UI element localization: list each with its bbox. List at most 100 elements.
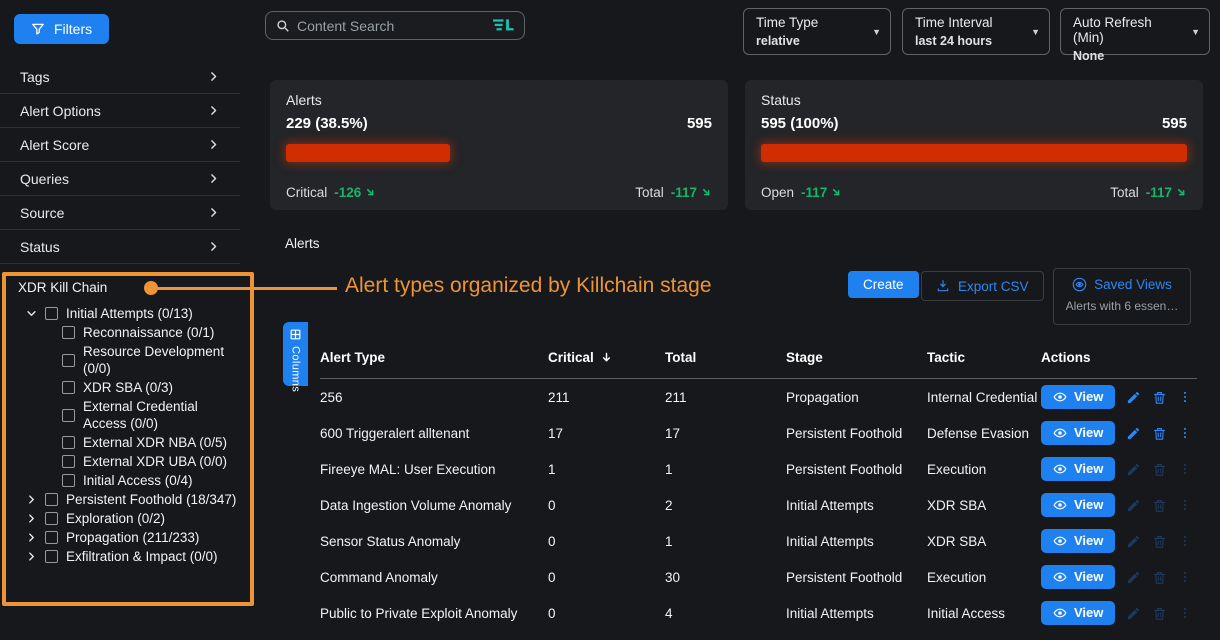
view-button[interactable]: View: [1041, 529, 1115, 553]
delete-trash-icon[interactable]: [1152, 426, 1167, 441]
delete-trash-icon[interactable]: [1152, 462, 1167, 477]
killchain-checkbox[interactable]: [62, 436, 75, 449]
sidebar-item-status[interactable]: Status: [0, 230, 240, 264]
killchain-checkbox[interactable]: [62, 354, 75, 367]
sidebar-item-label: Status: [20, 239, 60, 255]
saved-views-panel[interactable]: Saved Views Alerts with 6 essen…: [1053, 268, 1191, 325]
view-button[interactable]: View: [1041, 421, 1115, 445]
edit-pencil-icon[interactable]: [1126, 606, 1141, 621]
table-row: Public to Private Exploit Anomaly 0 4 In…: [320, 595, 1197, 631]
tree-expander-icon[interactable]: [26, 308, 37, 319]
sidebar-item-label: Alert Score: [20, 137, 89, 153]
sidebar-item-alert-score[interactable]: Alert Score: [0, 128, 240, 162]
edit-pencil-icon[interactable]: [1126, 390, 1141, 405]
killchain-checkbox[interactable]: [45, 531, 58, 544]
export-csv-button[interactable]: Export CSV: [921, 271, 1044, 301]
dropdown-time-type[interactable]: Time Type relative ▼: [743, 8, 891, 55]
tree-expander-icon[interactable]: [26, 513, 37, 524]
table-row: 256 211 211 Propagation Internal Credent…: [320, 379, 1197, 415]
delete-trash-icon[interactable]: [1152, 390, 1167, 405]
sidebar-item-tags[interactable]: Tags: [0, 60, 240, 94]
delete-trash-icon[interactable]: [1152, 498, 1167, 513]
filters-button[interactable]: Filters: [14, 14, 109, 44]
column-header-critical[interactable]: Critical: [548, 350, 665, 365]
column-header-alert-type[interactable]: Alert Type: [320, 350, 548, 365]
edit-pencil-icon[interactable]: [1126, 570, 1141, 585]
edit-pencil-icon[interactable]: [1126, 534, 1141, 549]
chevron-right-icon: [207, 240, 220, 253]
killchain-checkbox[interactable]: [62, 455, 75, 468]
cell-tactic: XDR SBA: [927, 498, 1041, 513]
dropdown-label: Time Interval: [915, 15, 1025, 30]
sidebar-item-source[interactable]: Source: [0, 196, 240, 230]
search-input[interactable]: [297, 18, 486, 34]
column-header-tactic[interactable]: Tactic: [927, 350, 1041, 365]
killchain-item-label: Initial Attempts (0/13): [66, 305, 193, 322]
tree-expander-icon[interactable]: [26, 532, 37, 543]
kebab-menu-icon[interactable]: [1178, 606, 1192, 620]
view-button[interactable]: View: [1041, 457, 1115, 481]
dropdown-time-interval[interactable]: Time Interval last 24 hours ▼: [902, 8, 1050, 55]
cell-stage: Persistent Foothold: [786, 570, 927, 585]
card-title: Status: [761, 92, 1187, 108]
killchain-checkbox[interactable]: [62, 409, 75, 422]
kebab-menu-icon[interactable]: [1178, 570, 1192, 584]
killchain-item-exploration-0-2: Exploration (0/2): [26, 510, 236, 527]
killchain-item-label: External XDR UBA (0/0): [83, 453, 227, 470]
view-button[interactable]: View: [1041, 565, 1115, 589]
view-button-label: View: [1074, 605, 1103, 620]
killchain-item-label: Resource Development (0/0): [83, 343, 236, 377]
killchain-checkbox[interactable]: [45, 550, 58, 563]
card-footer-left-label: Open: [761, 185, 794, 200]
killchain-checkbox[interactable]: [45, 512, 58, 525]
create-button[interactable]: Create: [848, 271, 919, 298]
kebab-menu-icon[interactable]: [1178, 534, 1192, 548]
view-button-label: View: [1074, 497, 1103, 512]
view-button[interactable]: View: [1041, 601, 1115, 625]
kebab-menu-icon[interactable]: [1178, 462, 1192, 476]
funnel-icon: [31, 22, 45, 36]
edit-pencil-icon[interactable]: [1126, 462, 1141, 477]
column-header-total[interactable]: Total: [665, 350, 786, 365]
column-header-stage[interactable]: Stage: [786, 350, 927, 365]
delete-trash-icon[interactable]: [1152, 606, 1167, 621]
killchain-checkbox[interactable]: [45, 493, 58, 506]
column-header-label: Alert Type: [320, 350, 385, 365]
kebab-menu-icon[interactable]: [1178, 426, 1192, 440]
killchain-checkbox[interactable]: [62, 474, 75, 487]
view-button-label: View: [1074, 533, 1103, 548]
saved-views-eye-icon: [1072, 277, 1087, 292]
view-button[interactable]: View: [1041, 385, 1115, 409]
column-header-label: Critical: [548, 350, 594, 365]
eye-icon: [1053, 390, 1067, 404]
tree-expander-icon[interactable]: [26, 494, 37, 505]
column-header-label: Actions: [1041, 350, 1091, 365]
killchain-checkbox[interactable]: [62, 381, 75, 394]
cell-alert-type: Sensor Status Anomaly: [320, 534, 548, 549]
lucene-filter-icon[interactable]: [493, 18, 514, 33]
sidebar-item-label: Queries: [20, 171, 69, 187]
kebab-menu-icon[interactable]: [1178, 498, 1192, 512]
sidebar-item-label: Tags: [20, 69, 50, 85]
killchain-checkbox[interactable]: [45, 307, 58, 320]
sidebar-item-queries[interactable]: Queries: [0, 162, 240, 196]
edit-pencil-icon[interactable]: [1126, 498, 1141, 513]
cell-total: 17: [665, 426, 786, 441]
cell-critical: 0: [548, 570, 665, 585]
cell-total: 211: [665, 390, 786, 405]
card-right-value: 595: [1162, 115, 1187, 132]
tree-expander-icon[interactable]: [26, 551, 37, 562]
kebab-menu-icon[interactable]: [1178, 390, 1192, 404]
edit-pencil-icon[interactable]: [1126, 426, 1141, 441]
delete-trash-icon[interactable]: [1152, 534, 1167, 549]
sidebar-item-label: Source: [20, 205, 64, 221]
view-button[interactable]: View: [1041, 493, 1115, 517]
eye-icon: [1053, 534, 1067, 548]
eye-icon: [1053, 426, 1067, 440]
killchain-checkbox[interactable]: [62, 326, 75, 339]
cell-stage: Initial Attempts: [786, 606, 927, 621]
delete-trash-icon[interactable]: [1152, 570, 1167, 585]
dropdown-auto-refresh-min[interactable]: Auto Refresh (Min) None ▼: [1060, 8, 1210, 55]
sidebar-item-alert-options[interactable]: Alert Options: [0, 94, 240, 128]
columns-button[interactable]: Columns: [283, 322, 308, 386]
